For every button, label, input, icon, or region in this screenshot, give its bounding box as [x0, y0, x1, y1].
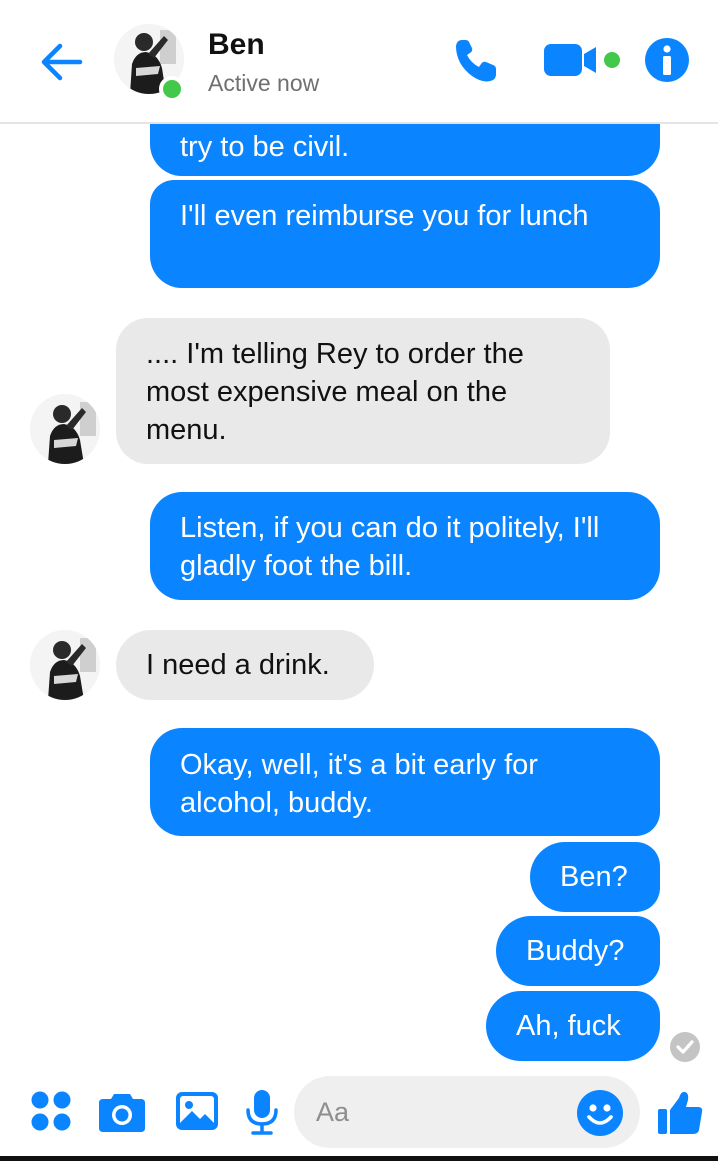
- back-button[interactable]: [36, 36, 88, 88]
- avatar-photo: [30, 630, 100, 700]
- like-button[interactable]: [656, 1088, 704, 1136]
- message-bubble-outgoing[interactable]: Ben?: [530, 842, 660, 912]
- contact-status: Active now: [208, 70, 320, 96]
- seen-check-icon: [676, 1040, 694, 1054]
- back-arrow-icon: [41, 43, 83, 81]
- message-bubble-outgoing[interactable]: Buddy?: [496, 916, 660, 986]
- message-bubble-outgoing[interactable]: Listen, if you can do it politely, I'll …: [150, 492, 660, 600]
- message-text: I'll even reimburse you for lunch: [180, 200, 589, 232]
- online-indicator: [159, 76, 185, 102]
- emoji-button[interactable]: [576, 1089, 624, 1137]
- contact-avatar-small[interactable]: [30, 630, 100, 700]
- message-text: Ah, fuck: [516, 1010, 621, 1042]
- message-text: Listen, if you can do it politely, I'll …: [180, 512, 600, 582]
- message-text: Okay, well, it's a bit early for alcohol…: [180, 749, 538, 819]
- message-text: .... I'm telling Rey to order the most e…: [146, 338, 524, 446]
- message-bubble-incoming[interactable]: .... I'm telling Rey to order the most e…: [116, 318, 610, 464]
- video-camera-icon: [544, 44, 620, 76]
- voice-message-button[interactable]: [245, 1088, 279, 1136]
- message-text: I need a drink.: [146, 649, 330, 681]
- contact-avatar-small[interactable]: [30, 394, 100, 464]
- info-button[interactable]: [643, 36, 691, 84]
- seen-indicator: [670, 1032, 700, 1062]
- message-text: Buddy?: [526, 935, 625, 967]
- message-bubble-incoming[interactable]: I need a drink.: [116, 630, 374, 700]
- emoji-icon: [577, 1090, 623, 1136]
- bottom-edge: [0, 1156, 718, 1161]
- image-icon: [176, 1092, 218, 1130]
- avatar-photo: [30, 394, 100, 464]
- thumbs-up-icon: [658, 1091, 703, 1134]
- info-icon: [645, 38, 689, 82]
- message-input[interactable]: [316, 1090, 566, 1134]
- message-bubble-outgoing[interactable]: I'll even reimburse you for lunch: [150, 180, 660, 288]
- message-input-container: [294, 1076, 640, 1148]
- menu-dots-icon: [31, 1091, 71, 1131]
- message-text: try to be civil.: [180, 131, 350, 163]
- message-bubble-outgoing[interactable]: Ah, fuck: [486, 991, 660, 1061]
- more-actions-button[interactable]: [30, 1090, 72, 1132]
- gallery-button[interactable]: [175, 1089, 219, 1133]
- contact-name[interactable]: Ben: [208, 28, 265, 62]
- microphone-icon: [246, 1090, 278, 1135]
- video-call-button[interactable]: [540, 38, 624, 84]
- message-text: Ben?: [560, 861, 628, 893]
- phone-icon: [456, 40, 496, 82]
- voice-call-button[interactable]: [450, 34, 502, 86]
- message-bubble-outgoing[interactable]: Okay, well, it's a bit early for alcohol…: [150, 728, 660, 836]
- conversation-header: Ben Active now: [0, 0, 718, 124]
- camera-button[interactable]: [98, 1090, 146, 1134]
- camera-icon: [99, 1094, 145, 1132]
- composer-bar: [0, 1064, 718, 1161]
